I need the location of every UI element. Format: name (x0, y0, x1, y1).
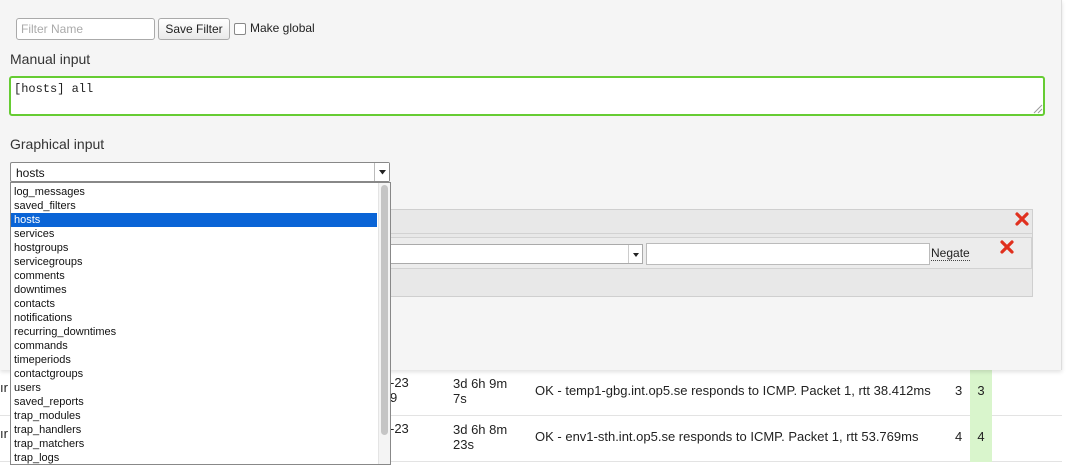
filter-name-input[interactable] (16, 18, 155, 40)
dropdown-option-hosts[interactable]: hosts (11, 213, 377, 227)
manual-input-title: Manual input (10, 51, 91, 67)
status-output-cell: OK - temp1-gbg.int.op5.se responds to IC… (535, 383, 931, 398)
dropdown-option-trap-modules[interactable]: trap_modules (11, 409, 377, 423)
dropdown-option-timeperiods[interactable]: timeperiods (11, 353, 377, 367)
dropdown-option-saved-reports[interactable]: saved_reports (11, 395, 377, 409)
delete-rule-icon[interactable] (1000, 240, 1014, 254)
graphical-input-title: Graphical input (10, 136, 105, 152)
rule-value-input[interactable] (646, 243, 930, 265)
current-attempt-cell: 4 (970, 416, 992, 462)
dropdown-option-services[interactable]: services (11, 227, 377, 241)
dropdown-options: log_messages saved_filters hosts services ho… (11, 185, 377, 464)
status-output-cell: OK - env1-sth.int.op5.se responds to ICM… (535, 429, 919, 444)
dropdown-option-contactgroups[interactable]: contactgroups (11, 367, 377, 381)
duration-cell: 3d 6h 8m 23s (453, 422, 523, 452)
manual-query-textarea[interactable] (9, 76, 1045, 116)
current-attempt-cell: 3 (970, 370, 992, 416)
last-check-line1: -23 (390, 421, 409, 436)
host-cell[interactable]: ır (0, 426, 8, 441)
filter-group-header (389, 210, 1032, 234)
host-cell[interactable]: ır (0, 380, 8, 395)
duration-cell: 3d 6h 9m 7s (453, 376, 523, 406)
dropdown-option-recurring-downtimes[interactable]: recurring_downtimes (11, 325, 377, 339)
dropdown-option-log-messages[interactable]: log_messages (11, 185, 377, 199)
dropdown-option-notifications[interactable]: notifications (11, 311, 377, 325)
make-global-label[interactable]: Make global (250, 21, 315, 35)
delete-group-icon[interactable] (1015, 212, 1029, 226)
table-select[interactable]: hosts (10, 162, 390, 182)
last-check-cell: -23 9 (390, 375, 409, 405)
dropdown-option-servicegroups[interactable]: servicegroups (11, 255, 377, 269)
table-select-value: hosts (16, 166, 45, 180)
attempt-cell: 3 (955, 383, 963, 398)
dropdown-option-saved-filters[interactable]: saved_filters (11, 199, 377, 213)
dropdown-option-commands[interactable]: commands (11, 339, 377, 353)
duration-line1: 3d 6h 9m (453, 376, 508, 391)
duration-line2: 23s (453, 437, 474, 452)
dropdown-scrollbar-thumb[interactable] (381, 185, 388, 435)
dropdown-option-trap-matchers[interactable]: trap_matchers (11, 437, 377, 451)
attempt-cell: 4 (955, 429, 963, 444)
make-global-checkbox[interactable] (234, 23, 246, 35)
dropdown-option-downtimes[interactable]: downtimes (11, 283, 377, 297)
chevron-down-icon[interactable] (374, 163, 389, 181)
resize-grip-icon[interactable] (1033, 104, 1043, 114)
dropdown-scrollbar[interactable] (378, 183, 390, 464)
negate-link[interactable]: Negate (931, 247, 970, 261)
dropdown-option-comments[interactable]: comments (11, 269, 377, 283)
table-select-dropdown[interactable]: log_messages saved_filters hosts services ho… (10, 182, 391, 465)
chevron-down-icon (628, 245, 642, 263)
dropdown-option-trap-handlers[interactable]: trap_handlers (11, 423, 377, 437)
last-check-line1: -23 (390, 375, 409, 390)
save-filter-button[interactable]: Save Filter (158, 18, 230, 40)
last-check-cell: -23 (390, 421, 409, 436)
dropdown-option-users[interactable]: users (11, 381, 377, 395)
dropdown-option-contacts[interactable]: contacts (11, 297, 377, 311)
duration-line1: 3d 6h 8m (453, 422, 508, 437)
dropdown-option-trap-logs[interactable]: trap_logs (11, 451, 377, 464)
last-check-line2: 9 (390, 390, 398, 405)
duration-line2: 7s (453, 391, 467, 406)
dropdown-option-hostgroups[interactable]: hostgroups (11, 241, 377, 255)
rule-field-select[interactable] (390, 244, 643, 264)
